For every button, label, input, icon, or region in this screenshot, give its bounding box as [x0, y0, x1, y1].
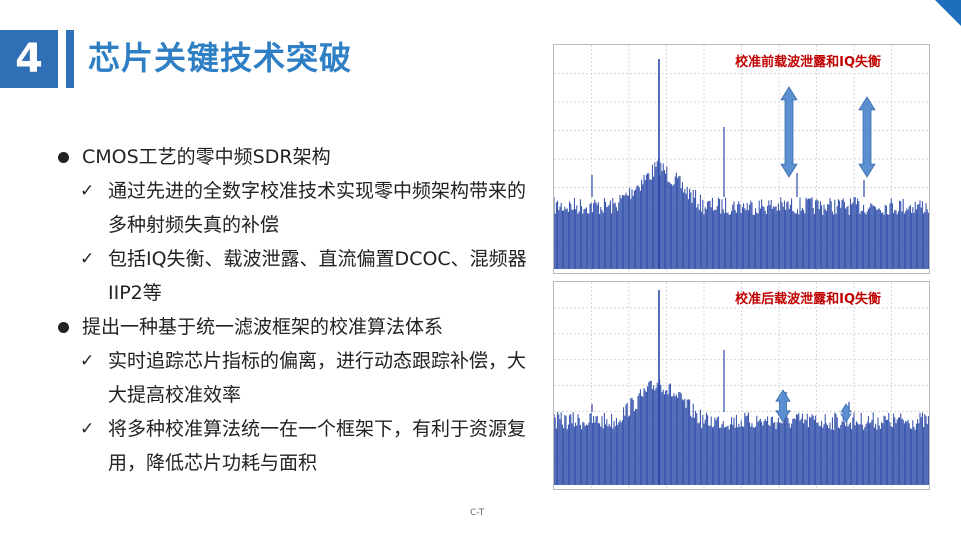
sub-bullet-text: 通过先进的全数字校准技术实现零中频架构带来的多种射频失真的补偿 — [108, 180, 527, 236]
sub-bullet-text: 包括IQ失衡、载波泄露、直流偏置DCOC、混频器IIP2等 — [108, 248, 527, 304]
bullet-list: CMOS工艺的零中频SDR架构 ✓ 通过先进的全数字校准技术实现零中频架构带来的… — [52, 140, 532, 480]
sub-bullet-item: ✓ 包括IQ失衡、载波泄露、直流偏置DCOC、混频器IIP2等 — [52, 242, 532, 310]
corner-decoration — [935, 0, 961, 26]
spectrum-chart-before: 校准前载波泄露和IQ失衡 — [553, 44, 930, 274]
sub-bullet-text: 将多种校准算法统一在一个框架下，有利于资源复用，降低芯片功耗与面积 — [108, 418, 527, 474]
spectrum-plot — [554, 282, 929, 489]
checkmark-icon: ✓ — [80, 181, 95, 201]
bullet-text: 提出一种基于统一滤波框架的校准算法体系 — [82, 316, 444, 338]
checkmark-icon: ✓ — [80, 249, 95, 269]
bullet-dot-icon — [58, 322, 69, 333]
double-arrow-icon — [858, 96, 876, 178]
double-arrow-icon — [780, 86, 798, 178]
sub-bullet-text: 实时追踪芯片指标的偏离，进行动态跟踪补偿，大大提高校准效率 — [108, 350, 527, 406]
spectrum-plot — [554, 45, 929, 273]
chart-caption: 校准后载波泄露和IQ失衡 — [735, 292, 881, 307]
footer-text: C-T — [470, 508, 485, 518]
bullet-text: CMOS工艺的零中频SDR架构 — [82, 146, 331, 168]
chart-caption: 校准前载波泄露和IQ失衡 — [735, 55, 881, 70]
slide-title: 芯片关键技术突破 — [88, 39, 353, 77]
title-accent-bar — [66, 30, 74, 88]
sub-bullet-item: ✓ 实时追踪芯片指标的偏离，进行动态跟踪补偿，大大提高校准效率 — [52, 344, 532, 412]
noise-floor — [554, 158, 929, 269]
double-arrow-icon — [775, 389, 791, 423]
bullet-item: 提出一种基于统一滤波框架的校准算法体系 — [52, 310, 532, 344]
bullet-dot-icon — [58, 152, 69, 163]
sub-bullet-item: ✓ 通过先进的全数字校准技术实现零中频架构带来的多种射频失真的补偿 — [52, 174, 532, 242]
checkmark-icon: ✓ — [80, 351, 95, 371]
spectrum-chart-after: 校准后载波泄露和IQ失衡 — [553, 281, 930, 490]
section-number: 4 — [0, 30, 58, 88]
checkmark-icon: ✓ — [80, 419, 95, 439]
slide: 4 芯片关键技术突破 CMOS工艺的零中频SDR架构 ✓ 通过先进的全数字校准技… — [0, 0, 961, 541]
bullet-item: CMOS工艺的零中频SDR架构 — [52, 140, 532, 174]
sub-bullet-item: ✓ 将多种校准算法统一在一个框架下，有利于资源复用，降低芯片功耗与面积 — [52, 412, 532, 480]
